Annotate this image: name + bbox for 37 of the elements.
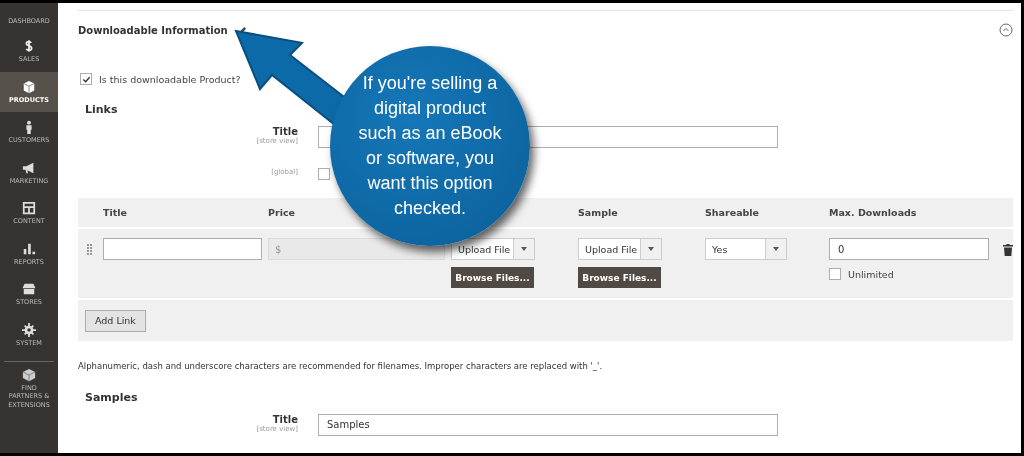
collapse-icon[interactable] [999,23,1013,37]
storefront-icon [22,282,36,297]
shareable-select[interactable]: Yes [705,238,787,260]
field-label: Title [272,413,298,425]
layout-icon [22,201,36,216]
section-heading: Links [85,103,118,116]
checkbox[interactable] [829,268,841,280]
checkbox[interactable] [318,168,330,180]
caret-icon [773,247,779,251]
checkbox-label: Is this downloadable Product? [99,73,241,85]
add-link-button[interactable]: Add Link [85,309,146,332]
sample-type-select[interactable]: Upload File [578,238,662,260]
cube-icon [22,79,36,94]
title-input[interactable] [103,238,262,260]
title-field[interactable]: Samples [318,413,778,436]
field-label: Title [272,126,298,137]
file-type-select[interactable]: Upload File [451,238,535,260]
column-header: Title [103,207,128,218]
trash-icon[interactable] [1003,244,1013,256]
browse-files-button[interactable]: Browse Files... [451,267,534,288]
column-header: Shareable [705,207,761,218]
cube-icon [22,368,36,382]
max-downloads-field[interactable]: 0 [829,238,989,260]
caret-icon [648,247,654,251]
bar-chart-icon [22,241,36,256]
drag-handle-icon[interactable] [87,244,93,256]
section-heading: Samples [85,390,138,404]
gear-icon [22,322,36,337]
column-header: Sample [578,207,619,218]
megaphone-icon [22,160,36,175]
column-header: Max. Downloads [829,207,918,218]
section-title: Downloadable Information [78,24,228,36]
checkbox[interactable] [80,73,92,85]
note-text: Alphanumeric, dash and underscore characters are recommended for filenames. Improper characters are replaced with '_'. [78,360,604,371]
browse-files-button[interactable]: Browse Files... [578,267,661,288]
checkbox-label: Unlimited [848,268,894,280]
callout-text: If you're selling a digital product such as an eBook or software, you want this option checked. [357,72,503,220]
